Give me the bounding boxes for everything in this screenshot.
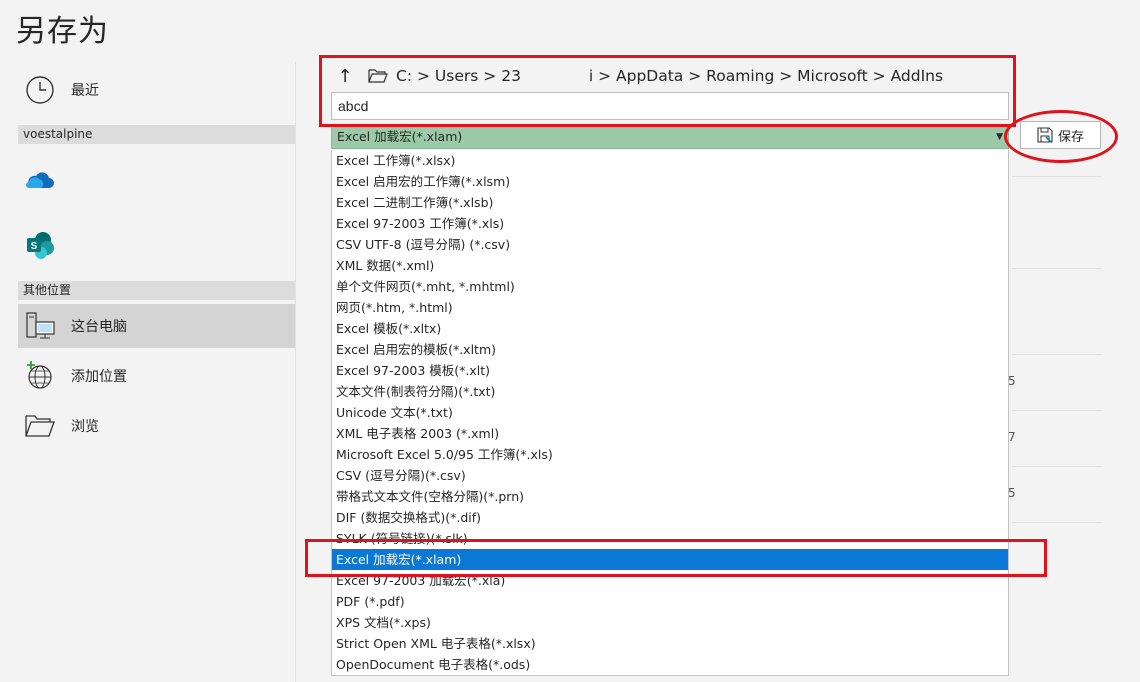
filetype-option[interactable]: Microsoft Excel 5.0/95 工作簿(*.xls) <box>332 444 1008 465</box>
nav-recent[interactable]: 最近 <box>18 68 295 112</box>
other-locations-header: 其他位置 <box>18 281 295 300</box>
nav-this-pc[interactable]: 这台电脑 <box>18 304 295 348</box>
filetype-option[interactable]: DIF (数据交换格式)(*.dif) <box>332 507 1008 528</box>
filetype-option[interactable]: XML 电子表格 2003 (*.xml) <box>332 423 1008 444</box>
filetype-option[interactable]: Excel 模板(*.xltx) <box>332 318 1008 339</box>
sharepoint-icon[interactable]: S <box>24 229 56 261</box>
filetype-selected-value: Excel 加载宏(*.xlam) <box>337 129 463 144</box>
page-title: 另存为 <box>16 14 109 49</box>
chevron-down-icon[interactable]: ▼ <box>996 126 1003 148</box>
filetype-option[interactable]: Excel 工作簿(*.xlsx) <box>332 150 1008 171</box>
bg-divider <box>1012 410 1102 411</box>
bg-number: 5 <box>1008 486 1016 500</box>
bg-divider <box>1012 466 1102 467</box>
filetype-option[interactable]: 单个文件网页(*.mht, *.mhtml) <box>332 276 1008 297</box>
filetype-option[interactable]: Excel 启用宏的模板(*.xltm) <box>332 339 1008 360</box>
computer-icon <box>24 310 56 342</box>
panel-divider <box>295 62 296 682</box>
filetype-option[interactable]: Excel 二进制工作簿(*.xlsb) <box>332 192 1008 213</box>
account-section-header: voestalpine <box>18 125 295 144</box>
clock-icon <box>24 74 56 106</box>
filetype-option[interactable]: Strict Open XML 电子表格(*.xlsx) <box>332 633 1008 654</box>
folder-open-icon <box>24 410 56 442</box>
bg-number: 7 <box>1008 430 1016 444</box>
filetype-option[interactable]: PDF (*.pdf) <box>332 591 1008 612</box>
filetype-option[interactable]: OpenDocument 电子表格(*.ods) <box>332 654 1008 675</box>
nav-add-location[interactable]: 添加位置 <box>18 354 295 398</box>
filetype-option[interactable]: Excel 97-2003 工作簿(*.xls) <box>332 213 1008 234</box>
nav-recent-label: 最近 <box>71 83 99 99</box>
bg-divider <box>1012 268 1102 269</box>
filetype-dropdown-list[interactable]: Excel 工作簿(*.xlsx) Excel 启用宏的工作簿(*.xlsm) Ex… <box>331 150 1009 676</box>
filetype-option[interactable]: CSV UTF-8 (逗号分隔) (*.csv) <box>332 234 1008 255</box>
annotation-circle-save <box>1004 110 1118 163</box>
filetype-option[interactable]: CSV (逗号分隔)(*.csv) <box>332 465 1008 486</box>
nav-browse[interactable]: 浏览 <box>18 404 295 448</box>
filetype-option[interactable]: 网页(*.htm, *.html) <box>332 297 1008 318</box>
filetype-option[interactable]: 带格式文本文件(空格分隔)(*.prn) <box>332 486 1008 507</box>
bg-divider <box>1012 522 1102 523</box>
filetype-option[interactable]: Unicode 文本(*.txt) <box>332 402 1008 423</box>
bg-number: 5 <box>1008 374 1016 388</box>
filetype-option[interactable]: XPS 文档(*.xps) <box>332 612 1008 633</box>
bg-divider <box>1012 176 1102 177</box>
filetype-option[interactable]: 文本文件(制表符分隔)(*.txt) <box>332 381 1008 402</box>
filetype-option[interactable]: Excel 启用宏的工作簿(*.xlsm) <box>332 171 1008 192</box>
annotation-box-xlam <box>305 539 1047 577</box>
annotation-box-path <box>319 55 1016 127</box>
onedrive-icon[interactable] <box>24 164 56 196</box>
filetype-option[interactable]: Excel 97-2003 模板(*.xlt) <box>332 360 1008 381</box>
bg-divider <box>1012 354 1102 355</box>
svg-text:S: S <box>31 241 38 252</box>
nav-browse-label: 浏览 <box>71 419 99 435</box>
filetype-option[interactable]: XML 数据(*.xml) <box>332 255 1008 276</box>
filetype-select[interactable]: Excel 加载宏(*.xlam) ▼ <box>331 125 1009 149</box>
nav-this-pc-label: 这台电脑 <box>71 319 127 335</box>
globe-add-icon <box>24 360 56 392</box>
nav-add-location-label: 添加位置 <box>71 369 127 385</box>
